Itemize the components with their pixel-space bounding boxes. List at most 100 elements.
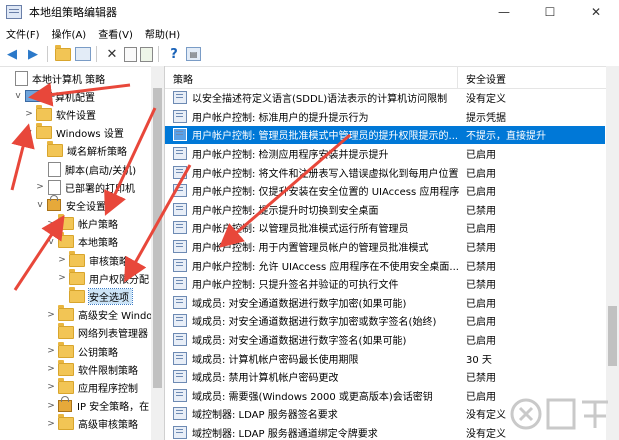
tree-node-label: 软件设置	[56, 110, 96, 122]
policy-row[interactable]: 用户帐户控制: 管理员批准模式中管理员的提升权限提示的... 不提示，直接提升	[165, 126, 605, 144]
policy-value: 已禁用	[466, 205, 496, 217]
menu-view[interactable]: 查看(V)	[92, 26, 139, 41]
collapsed-chevron-icon[interactable]: >	[46, 419, 56, 429]
back-arrow-icon[interactable]: ◀	[3, 45, 21, 63]
tree-node[interactable]: > 审核策略	[57, 250, 129, 269]
list-scrollbar-thumb[interactable]	[608, 306, 617, 366]
policy-name: 域成员: 计算机帐户密码最长使用期限	[192, 354, 359, 366]
policy-row[interactable]: 域成员: 对安全通道数据进行数字加密或数字签名(始终) 已启用	[165, 312, 605, 330]
tree-node[interactable]: > 公钥策略	[46, 341, 118, 360]
tree-node[interactable]: v 安全设置	[35, 195, 106, 214]
filter-icon[interactable]: ▤	[186, 47, 201, 61]
collapsed-chevron-icon[interactable]: >	[35, 182, 45, 192]
policy-row[interactable]: 用户帐户控制: 仅提升安装在安全位置的 UIAccess 应用程序 已启用	[165, 182, 605, 200]
collapsed-chevron-icon[interactable]: >	[46, 401, 56, 411]
policy-value: 没有定义	[466, 94, 506, 106]
console-tree-icon[interactable]	[75, 47, 91, 61]
folder-icon	[58, 359, 74, 376]
policy-row[interactable]: 用户帐户控制: 标准用户的提升提示行为 提示凭据	[165, 108, 605, 126]
policy-row[interactable]: 用户帐户控制: 以管理员批准模式运行所有管理员 已启用	[165, 219, 605, 237]
collapsed-chevron-icon[interactable]: >	[57, 255, 67, 265]
folder-up-icon[interactable]	[54, 44, 72, 63]
policy-row[interactable]: 域成员: 对安全通道数据进行数字加密(如果可能) 已启用	[165, 294, 605, 312]
export-icon[interactable]	[140, 46, 153, 62]
policy-value: 已启用	[466, 150, 496, 162]
tree-node[interactable]: v 本地策略	[46, 232, 118, 251]
policy-row[interactable]: 用户帐户控制: 检测应用程序安装并提示提升 已启用	[165, 145, 605, 163]
tree-node-label: 帐户策略	[78, 220, 118, 232]
minimize-button[interactable]: —	[481, 0, 527, 24]
tree-node[interactable]: 本地计算机 策略	[2, 69, 105, 87]
policy-value: 提示凭据	[466, 112, 506, 124]
tree-node[interactable]: 安全选项	[57, 286, 133, 305]
policy-row[interactable]: 域成员: 计算机帐户密码最长使用期限 30 天	[165, 349, 605, 367]
policy-row[interactable]: 用户帐户控制: 只提升签名并验证的可执行文件 已禁用	[165, 275, 605, 293]
collapsed-chevron-icon[interactable]: >	[46, 219, 56, 229]
tree-node[interactable]: > 已部署的打印机	[35, 178, 135, 196]
help-icon[interactable]: ?	[165, 45, 183, 63]
tree-node[interactable]: 域名解析策略	[35, 141, 127, 160]
policy-value: 已启用	[466, 187, 496, 199]
policy-setting-icon	[173, 184, 187, 198]
tree-node[interactable]: v 计算机配置	[13, 87, 95, 105]
collapsed-chevron-icon[interactable]: >	[46, 310, 56, 320]
menu-help[interactable]: 帮助(H)	[139, 26, 186, 41]
tree-node-label: 本地策略	[78, 238, 118, 250]
collapsed-chevron-icon[interactable]: >	[46, 382, 56, 392]
policy-name: 用户帐户控制: 仅提升安装在安全位置的 UIAccess 应用程序	[192, 187, 460, 199]
tree-node-label: 软件限制策略	[78, 365, 138, 377]
expanded-chevron-icon[interactable]: v	[13, 91, 23, 101]
folder-icon	[47, 141, 63, 158]
policy-value: 已禁用	[466, 243, 496, 255]
policy-row[interactable]: 用户帐户控制: 提示提升时切换到安全桌面 已禁用	[165, 201, 605, 219]
tree-node[interactable]: 网络列表管理器	[46, 323, 148, 342]
policy-row[interactable]: 域成员: 禁用计算机帐户密码更改 已禁用	[165, 368, 605, 386]
policy-setting-icon	[173, 277, 187, 291]
tree-node-label: Windows 设置	[56, 129, 124, 141]
menu-action[interactable]: 操作(A)	[46, 26, 93, 41]
policy-row[interactable]: 用户帐户控制: 将文件和注册表写入错误虚拟化到每用户位置 已启用	[165, 163, 605, 181]
column-policy[interactable]: 策略	[173, 71, 193, 86]
policy-name: 域控制器: LDAP 服务器通道绑定令牌要求	[192, 429, 378, 440]
folder-icon	[58, 214, 74, 231]
policy-setting-icon	[173, 221, 187, 235]
expanded-chevron-icon[interactable]: v	[35, 200, 45, 210]
delete-icon[interactable]: ✕	[103, 45, 121, 63]
tree-node[interactable]: > 用户权限分配	[57, 268, 149, 287]
collapsed-chevron-icon[interactable]: >	[24, 109, 34, 119]
tree-node[interactable]: 脚本(启动/关机)	[35, 160, 136, 178]
tree-scrollbar[interactable]	[151, 66, 164, 440]
tree-node[interactable]: > 帐户策略	[46, 214, 118, 233]
policy-row[interactable]: 用户帐户控制: 用于内置管理员帐户的管理员批准模式 已禁用	[165, 238, 605, 256]
list-scrollbar[interactable]	[606, 66, 619, 440]
doc-icon	[48, 161, 61, 177]
tree-node[interactable]: > IP 安全策略，在	[46, 395, 149, 415]
close-button[interactable]: ✕	[573, 0, 619, 24]
tree-node[interactable]: > 应用程序控制	[46, 377, 138, 396]
expanded-chevron-icon[interactable]: v	[24, 128, 34, 138]
tree-node[interactable]: > 高级安全 Windows	[46, 305, 164, 324]
column-divider[interactable]	[457, 66, 458, 88]
column-security-setting[interactable]: 安全设置	[466, 71, 506, 86]
forward-arrow-icon[interactable]: ▶	[24, 45, 42, 63]
console-tree: 本地计算机 策略 v 计算机配置 > 软件设置 v Windows 设置 域名解析策略 脚本(启…	[0, 66, 165, 440]
policy-row[interactable]: 域成员: 对安全通道数据进行数字签名(如果可能) 已启用	[165, 331, 605, 349]
tree-node-label: 应用程序控制	[78, 383, 138, 395]
tree-node[interactable]: > 软件设置	[24, 104, 96, 123]
maximize-button[interactable]: ☐	[527, 0, 573, 24]
policy-row[interactable]: 以安全描述符定义语言(SDDL)语法表示的计算机访问限制 没有定义	[165, 89, 605, 107]
tree-node[interactable]: > 高级审核策略	[46, 414, 138, 433]
tree-scrollbar-thumb[interactable]	[153, 88, 162, 388]
tree-node-label: 安全选项	[88, 287, 133, 305]
collapsed-chevron-icon[interactable]: >	[57, 273, 67, 283]
collapsed-chevron-icon[interactable]: >	[46, 364, 56, 374]
properties-icon[interactable]	[124, 46, 137, 62]
tree-node[interactable]: v Windows 设置	[24, 123, 124, 142]
tree-node[interactable]: > 软件限制策略	[46, 359, 138, 378]
menu-file[interactable]: 文件(F)	[0, 26, 46, 41]
collapsed-chevron-icon[interactable]: >	[46, 346, 56, 356]
tree-node-label: 安全设置	[66, 201, 106, 213]
expanded-chevron-icon[interactable]: v	[46, 237, 56, 247]
folder-icon	[58, 341, 74, 358]
policy-row[interactable]: 用户帐户控制: 允许 UIAccess 应用程序在不使用安全桌面... 已禁用	[165, 256, 605, 274]
